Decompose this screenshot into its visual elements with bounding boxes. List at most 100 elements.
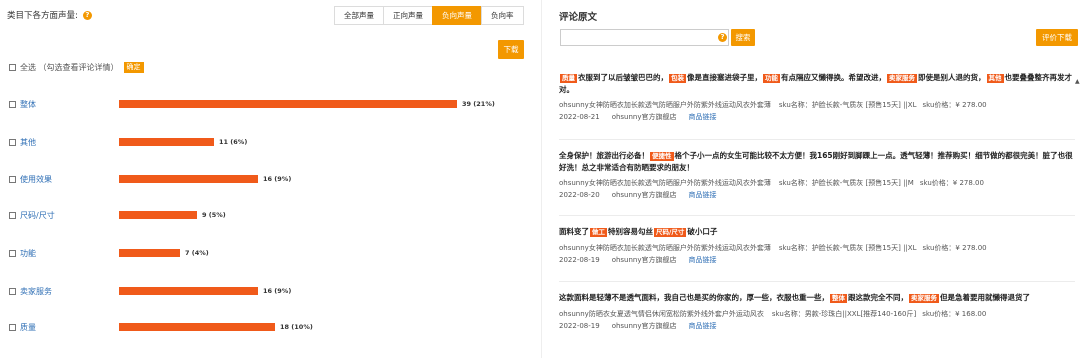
comment-item: 全身保护！旅游出行必备！ 便捷性 格个子小一点的女生可能比较不太方便！我165刚好到…: [559, 150, 1075, 200]
comment-separator: [559, 281, 1075, 282]
aspect-bar-value: 16 (9%): [263, 287, 292, 295]
aspect-label[interactable]: 卖家服务: [20, 286, 52, 297]
product-link[interactable]: 商品链接: [689, 113, 717, 121]
product-link[interactable]: 商品链接: [689, 322, 717, 330]
comment-separator: [559, 139, 1075, 140]
comment-product-line: ohsunny女神防晒衣加长款透气防晒服户外防紫外线运动风衣外套薄 sku名称：护…: [559, 100, 1075, 110]
product-name: ohsunny女神防晒衣加长款透气防晒服户外防紫外线运动风衣外套薄: [559, 101, 771, 109]
aspect-checkbox[interactable]: [9, 100, 16, 108]
comment-date: 2022-08-19: [559, 321, 600, 330]
aspect-checkbox[interactable]: [9, 138, 16, 146]
product-link[interactable]: 商品链接: [689, 256, 717, 264]
comment-text: 质量 衣服到了以后皱皱巴巴的， 包装 像是直接塞进袋子里， 功能 有点隔应又懒得换。希望改…: [559, 72, 1075, 95]
sku-price: sku价格：¥ 278.00: [922, 243, 987, 252]
aspect-bar: [119, 323, 275, 331]
comment-download-button[interactable]: 评价下载: [1036, 29, 1078, 46]
sku-name: sku名称：男款-珍珠白||XXL[推荐140-160斤]: [771, 309, 917, 318]
aspect-label[interactable]: 功能: [20, 248, 36, 259]
sku-price: sku价格：¥ 278.00: [919, 179, 984, 187]
aspect-bar-value: 16 (9%): [263, 175, 292, 183]
comment-product-line: ohsunny防晒衣女夏透气情侣休闲宽松防紫外线外套户外运动风衣 sku名称：男款…: [559, 309, 1075, 319]
aspect-bar-value: 18 (10%): [280, 323, 313, 331]
comment-text: 这款面料是轻薄不是透气面料，我自己也是买的你家的，厚一些，衣服也重一些， 整体 跟这…: [559, 292, 1075, 304]
comment-meta: 2022-08-20 ohsunny官方旗舰店 商品链接: [559, 190, 1075, 200]
aspect-tag: 卖家服务: [887, 74, 917, 83]
comment-item: 质量 衣服到了以后皱皱巴巴的， 包装 像是直接塞进袋子里， 功能 有点隔应又懒得换。希望改…: [559, 72, 1075, 122]
aspect-checkbox[interactable]: [9, 287, 16, 295]
aspect-bar: [119, 175, 258, 183]
scroll-up-arrow-icon[interactable]: ▲: [1075, 78, 1080, 85]
aspect-bar: [119, 138, 214, 146]
comments-panel: 评论原文 ? 搜索 评价下载 ▲ 质量 衣服到了以后皱皱巴巴的， 包装 像是直接塞进袋…: [542, 0, 1080, 358]
comment-text: 面料变了 做工 特别容易勾丝 尺码/尺寸 破小口子: [559, 226, 1075, 238]
comment-text-segment: 衣服到了以后皱皱巴巴的，: [578, 73, 668, 82]
aspect-tag: 质量: [560, 74, 577, 83]
comment-date: 2022-08-21: [559, 113, 600, 121]
aspect-checkbox[interactable]: [9, 211, 16, 219]
comment-text-segment: 面料变了: [559, 227, 589, 236]
product-name: ohsunny女神防晒衣加长款透气防晒服户外防紫外线运动风衣外套薄: [559, 179, 771, 187]
aspect-bar-value: 9 (5%): [202, 211, 226, 219]
aspect-tag: 做工: [590, 228, 607, 237]
comment-item: 这款面料是轻薄不是透气面料，我自己也是买的你家的，厚一些，衣服也重一些， 整体 跟这…: [559, 292, 1075, 331]
sku-name: sku名称：护脸长款-气质灰 [预售15天] ||XL: [778, 101, 917, 109]
aspect-bar: [119, 100, 457, 108]
comment-search-input[interactable]: [560, 29, 729, 46]
aspect-label[interactable]: 质量: [20, 322, 36, 333]
aspect-row[interactable]: 使用效果: [9, 174, 52, 184]
search-button[interactable]: 搜索: [731, 29, 755, 46]
comments-title: 评论原文: [559, 12, 598, 23]
comment-text-segment: 但是急着要用就懒得退货了: [940, 293, 1030, 302]
sku-price: sku价格：¥ 278.00: [922, 101, 987, 109]
comment-text-segment: 特别容易勾丝: [608, 227, 653, 236]
aspect-tag: 便捷性: [650, 152, 674, 161]
comment-item: 面料变了 做工 特别容易勾丝 尺码/尺寸 破小口子 ohsunny女神防晒衣加长款透气防晒…: [559, 226, 1075, 265]
comment-text-segment: 跟这款完全不同，: [848, 293, 908, 302]
comment-text-segment: 全身保护！旅游出行必备！: [559, 151, 649, 160]
sku-name: sku名称：护脸长款-气质灰 [预售15天] ||M: [778, 179, 914, 187]
comment-date: 2022-08-20: [559, 191, 600, 199]
aspect-tag: 包装: [669, 74, 686, 83]
aspect-row[interactable]: 质量: [9, 322, 36, 332]
shop-name: ohsunny官方旗舰店: [611, 321, 677, 330]
aspect-row[interactable]: 其他: [9, 137, 36, 147]
comment-separator: [559, 215, 1075, 216]
aspect-row[interactable]: 整体: [9, 99, 36, 109]
comment-product-line: ohsunny女神防晒衣加长款透气防晒服户外防紫外线运动风衣外套薄 sku名称：护…: [559, 243, 1075, 253]
aspect-bar-value: 11 (6%): [219, 138, 248, 146]
shop-name: ohsunny官方旗舰店: [611, 191, 677, 199]
comment-text: 全身保护！旅游出行必备！ 便捷性 格个子小一点的女生可能比较不太方便！我165刚好到…: [559, 150, 1075, 173]
aspect-label[interactable]: 使用效果: [20, 174, 52, 185]
product-name: ohsunny防晒衣女夏透气情侣休闲宽松防紫外线外套户外运动风衣: [559, 309, 764, 318]
aspect-bar-value: 39 (21%): [462, 100, 495, 108]
aspect-row[interactable]: 卖家服务: [9, 286, 52, 296]
sku-name: sku名称：护脸长款-气质灰 [预售15天] ||XL: [778, 243, 917, 252]
shop-name: ohsunny官方旗舰店: [611, 113, 677, 121]
comment-text-segment: 这款面料是轻薄不是透气面料，我自己也是买的你家的，厚一些，衣服也重一些，: [559, 293, 829, 302]
aspect-bar-value: 7 (4%): [185, 249, 209, 257]
aspect-row[interactable]: 尺码/尺寸: [9, 210, 55, 220]
aspect-tag: 功能: [763, 74, 780, 83]
aspect-bar: [119, 211, 197, 219]
comment-meta: 2022-08-19 ohsunny官方旗舰店 商品链接: [559, 255, 1075, 265]
product-link[interactable]: 商品链接: [689, 191, 717, 199]
aspect-tag: 卖家服务: [909, 294, 939, 303]
aspect-label[interactable]: 其他: [20, 137, 36, 148]
aspect-checkbox[interactable]: [9, 175, 16, 183]
aspect-label[interactable]: 尺码/尺寸: [20, 210, 55, 221]
aspect-bar: [119, 287, 258, 295]
comment-meta: 2022-08-19 ohsunny官方旗舰店 商品链接: [559, 321, 1075, 331]
aspect-checkbox[interactable]: [9, 323, 16, 331]
shop-name: ohsunny官方旗舰店: [611, 255, 677, 264]
comment-text-segment: 即使是别人退的货，: [918, 73, 986, 82]
aspect-list: 整体 39 (21%) 其他 11 (6%) 使用效果 16 (9%) 尺码/尺寸 9 (5%…: [0, 0, 540, 358]
aspect-tag: 尺码/尺寸: [654, 228, 687, 237]
comment-meta: 2022-08-21 ohsunny官方旗舰店 商品链接: [559, 112, 1075, 122]
search-help-icon[interactable]: ?: [718, 33, 727, 42]
aspect-tag: 其他: [986, 74, 1004, 83]
aspect-checkbox[interactable]: [9, 249, 16, 257]
aspect-label[interactable]: 整体: [20, 99, 36, 110]
aspect-row[interactable]: 功能: [9, 248, 36, 258]
sku-price: sku价格：¥ 168.00: [922, 309, 987, 318]
comment-product-line: ohsunny女神防晒衣加长款透气防晒服户外防紫外线运动风衣外套薄 sku名称：护…: [559, 178, 1075, 188]
